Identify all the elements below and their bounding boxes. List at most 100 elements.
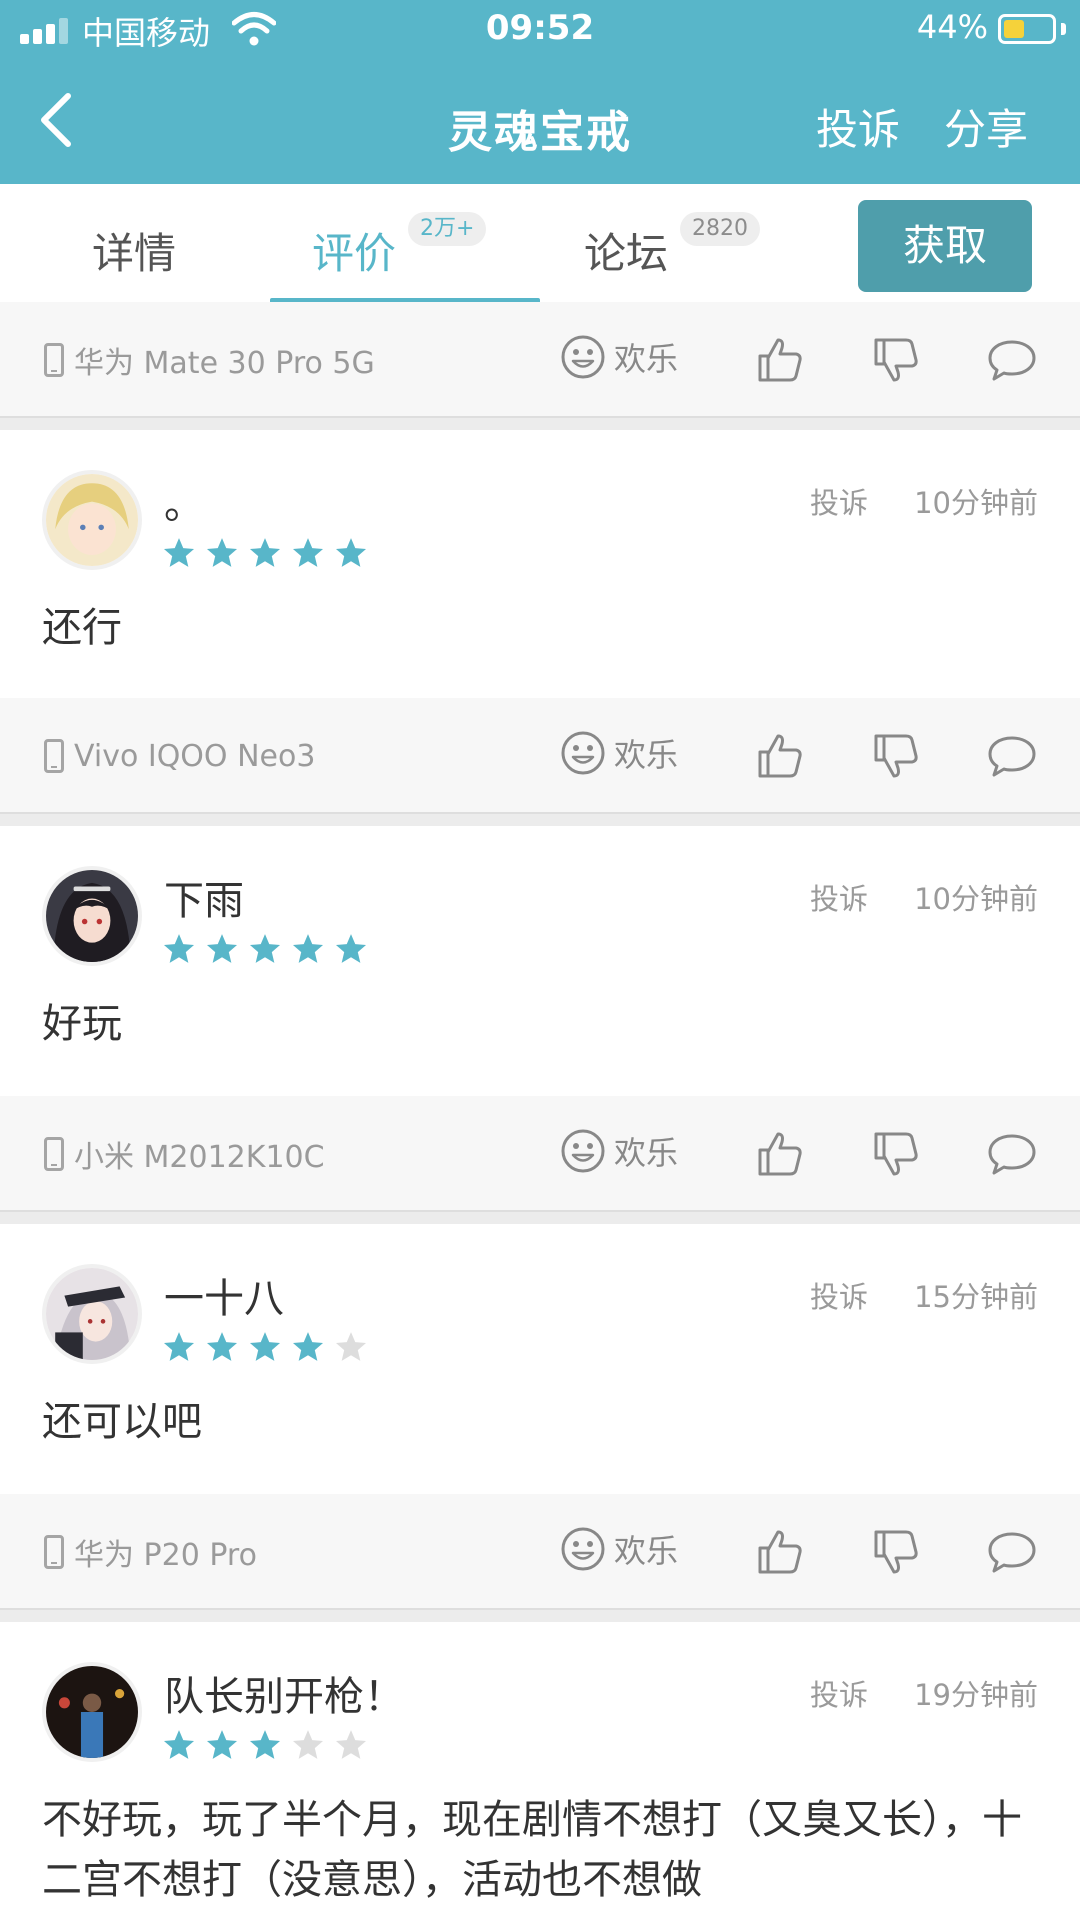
thumbs-down-icon[interactable] (870, 730, 922, 782)
report-link[interactable]: 投诉 (810, 1274, 868, 1316)
thumbs-down-icon[interactable] (870, 1128, 922, 1180)
avatar[interactable] (42, 1662, 142, 1762)
phone-icon (44, 1535, 64, 1569)
report-button[interactable]: 投诉 (816, 96, 900, 157)
section-divider (0, 1212, 1080, 1224)
thumbs-down-icon[interactable] (870, 334, 922, 386)
username[interactable]: 队长别开枪！ (164, 1664, 404, 1722)
title-bar: 灵魂宝戒 投诉 分享 (0, 60, 1080, 184)
timestamp: 10分钟前 (914, 882, 1038, 916)
timestamp: 19分钟前 (914, 1678, 1038, 1712)
device-info: 小米 M2012K10C (44, 1130, 325, 1178)
mood-label: 欢乐 (614, 736, 679, 774)
battery-tip (1061, 23, 1066, 35)
tab-detail[interactable]: 详情 (92, 220, 176, 281)
battery-icon (998, 14, 1056, 44)
review-item: 。 投诉 10分钟前 还行 (0, 430, 1080, 698)
timestamp: 10分钟前 (914, 486, 1038, 520)
thumbs-up-icon[interactable] (754, 1526, 806, 1578)
section-divider (0, 1610, 1080, 1622)
thumbs-up-icon[interactable] (754, 730, 806, 782)
forum-count-badge: 2820 (680, 212, 760, 246)
star-filled-icon (206, 1730, 238, 1759)
star-empty-icon (335, 1730, 367, 1759)
mood-tag[interactable]: 欢乐 (560, 1526, 678, 1572)
review-count-badge: 2万+ (408, 212, 487, 246)
star-filled-icon (163, 1730, 195, 1759)
review-item: 一十八 投诉 15分钟前 还可以吧 (0, 1224, 1080, 1496)
get-button[interactable]: 获取 (858, 200, 1032, 292)
mood-tag[interactable]: 欢乐 (560, 730, 678, 776)
smiley-icon (561, 731, 605, 775)
mood-tag[interactable]: 欢乐 (560, 1128, 678, 1174)
star-filled-icon (292, 934, 324, 963)
smiley-icon (561, 1129, 605, 1173)
comment-icon[interactable] (986, 334, 1038, 386)
avatar[interactable] (42, 1264, 142, 1364)
review-item: 下雨 投诉 10分钟前 好玩 (0, 826, 1080, 1098)
comment-icon[interactable] (986, 1128, 1038, 1180)
review-item: 队长别开枪！ 投诉 19分钟前 不好玩，玩了半个月，现在剧情不想打（又臭又长），… (0, 1622, 1080, 1921)
avatar[interactable] (42, 866, 142, 966)
report-link[interactable]: 投诉 (810, 876, 868, 918)
section-divider (0, 418, 1080, 430)
thumbs-up-icon[interactable] (754, 1128, 806, 1180)
review-content: 不好玩，玩了半个月，现在剧情不想打（又臭又长），十二宫不想打（没意思），活动也不… (42, 1797, 1022, 1903)
battery-percent: 44% (916, 8, 988, 46)
mood-tag[interactable]: 欢乐 (560, 334, 678, 380)
device-info: 华为 Mate 30 Pro 5G (44, 336, 375, 384)
avatar[interactable] (42, 470, 142, 570)
status-bar: 中国移动 09:52 44% (0, 0, 1080, 60)
mood-label: 欢乐 (614, 340, 679, 378)
page-title: 灵魂宝戒 (448, 107, 632, 158)
star-filled-icon (163, 538, 195, 567)
report-link[interactable]: 投诉 (810, 1672, 868, 1714)
thumbs-down-icon[interactable] (870, 1526, 922, 1578)
report-link[interactable]: 投诉 (810, 480, 868, 522)
phone-icon (44, 739, 64, 773)
star-filled-icon (163, 1332, 195, 1361)
smiley-icon (561, 1527, 605, 1571)
star-filled-icon (335, 934, 367, 963)
star-filled-icon (249, 538, 281, 567)
smiley-icon (561, 335, 605, 379)
mood-label: 欢乐 (614, 1134, 679, 1172)
tab-review[interactable]: 评价 (312, 220, 396, 281)
thumbs-up-icon[interactable] (754, 334, 806, 386)
username[interactable]: 下雨 (164, 868, 244, 926)
star-empty-icon (335, 1332, 367, 1361)
device-info: Vivo IQOO Neo3 (44, 732, 315, 780)
star-empty-icon (292, 1730, 324, 1759)
review-content: 还可以吧 (42, 1399, 202, 1445)
section-divider (0, 814, 1080, 826)
star-filled-icon (163, 934, 195, 963)
review-content: 好玩 (42, 1001, 122, 1047)
username[interactable]: 。 (164, 472, 204, 530)
device-name: 华为 P20 Pro (74, 1538, 257, 1573)
tab-forum[interactable]: 论坛 (584, 220, 668, 281)
star-filled-icon (249, 934, 281, 963)
timestamp: 15分钟前 (914, 1280, 1038, 1314)
app-header: 中国移动 09:52 44% 灵魂宝戒 投诉 分享 (0, 0, 1080, 184)
star-filled-icon (249, 1332, 281, 1361)
rating-stars (162, 1330, 377, 1364)
review-footer: 华为 P20 Pro 欢乐 (0, 1494, 1080, 1610)
rating-stars (162, 1728, 377, 1762)
star-filled-icon (335, 538, 367, 567)
star-filled-icon (206, 934, 238, 963)
tab-bar: 详情 评价 2万+ 论坛 2820 获取 (0, 184, 1080, 310)
star-filled-icon (292, 1332, 324, 1361)
review-footer: 小米 M2012K10C 欢乐 (0, 1096, 1080, 1212)
phone-icon (44, 343, 64, 377)
phone-icon (44, 1137, 64, 1171)
star-filled-icon (292, 538, 324, 567)
share-button[interactable]: 分享 (944, 96, 1028, 157)
review-content: 还行 (42, 605, 122, 651)
username[interactable]: 一十八 (164, 1266, 284, 1324)
rating-stars (162, 932, 377, 966)
star-filled-icon (206, 1332, 238, 1361)
comment-icon[interactable] (986, 730, 1038, 782)
comment-icon[interactable] (986, 1526, 1038, 1578)
device-name: 华为 Mate 30 Pro 5G (74, 346, 375, 381)
device-name: 小米 M2012K10C (74, 1140, 325, 1175)
